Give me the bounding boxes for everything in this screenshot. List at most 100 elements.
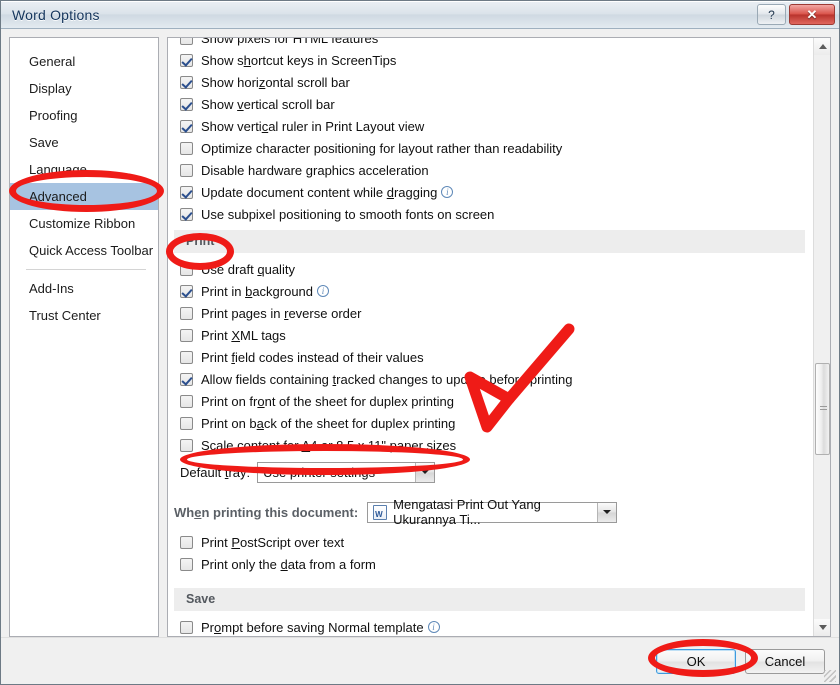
dialog-body: General Display Proofing Save Language Advanc… bbox=[1, 29, 839, 637]
checkbox-unchecked-icon[interactable] bbox=[180, 306, 193, 320]
info-icon[interactable]: i bbox=[317, 285, 330, 297]
options-scrollbar[interactable] bbox=[813, 38, 830, 636]
option-label: Use draft quality bbox=[201, 261, 295, 277]
option-row[interactable]: Prompt before saving Normal template i bbox=[174, 616, 813, 636]
option-row[interactable]: Use subpixel positioning to smooth fonts… bbox=[174, 203, 813, 225]
save-section-header: Save bbox=[174, 588, 805, 611]
scrollbar-grip-icon bbox=[820, 406, 827, 412]
when-printing-document-select[interactable]: Mengatasi Print Out Yang Ukurannya Ti... bbox=[367, 497, 618, 527]
partial-option-row[interactable]: Show pixels for HTML features bbox=[174, 38, 813, 49]
option-row[interactable]: Show vertical scroll bar bbox=[174, 93, 813, 115]
checkbox-unchecked-icon[interactable] bbox=[180, 350, 193, 364]
option-row[interactable]: Show horizontal scroll bar bbox=[174, 71, 813, 93]
option-row[interactable]: Show vertical ruler in Print Layout view bbox=[174, 115, 813, 137]
sidebar-item-proofing[interactable]: Proofing bbox=[10, 102, 158, 129]
option-label: Show vertical scroll bar bbox=[201, 96, 335, 112]
option-row[interactable]: Scale content for A4 or 8.5 x 11" paper … bbox=[174, 434, 813, 456]
option-row[interactable]: Print on front of the sheet for duplex p… bbox=[174, 390, 813, 412]
close-icon[interactable]: ✕ bbox=[789, 4, 835, 25]
option-row[interactable]: Print only the data from a form bbox=[174, 553, 813, 575]
default-tray-label: Default tray: bbox=[180, 464, 251, 480]
option-row[interactable]: Print in background i bbox=[174, 280, 813, 302]
option-row[interactable]: Print XML tags bbox=[174, 324, 813, 346]
word-options-dialog: Word Options ? ✕ General Display Proofing S… bbox=[0, 0, 840, 685]
option-row[interactable]: Print on back of the sheet for duplex pr… bbox=[174, 412, 813, 434]
option-row[interactable]: Allow fields containing tracked changes … bbox=[174, 368, 813, 390]
info-icon[interactable]: i bbox=[427, 621, 440, 633]
dialog-titlebar: Word Options ? ✕ bbox=[1, 1, 839, 29]
checkbox-unchecked-icon[interactable] bbox=[180, 141, 193, 155]
sidebar-item-language[interactable]: Language bbox=[10, 156, 158, 183]
chevron-down-icon[interactable] bbox=[415, 462, 435, 482]
option-row[interactable]: Print field codes instead of their value… bbox=[174, 346, 813, 368]
checkbox-unchecked-icon[interactable] bbox=[180, 438, 193, 452]
scroll-down-icon[interactable] bbox=[814, 619, 830, 636]
dialog-title: Word Options bbox=[12, 7, 100, 23]
option-label: Print PostScript over text bbox=[201, 534, 345, 550]
checkbox-checked-icon[interactable] bbox=[180, 53, 193, 67]
checkbox-unchecked-icon[interactable] bbox=[180, 163, 193, 177]
chevron-down-icon[interactable] bbox=[597, 502, 617, 522]
resize-grip-icon[interactable] bbox=[824, 670, 836, 682]
sidebar-item-display[interactable]: Display bbox=[10, 75, 158, 102]
help-icon[interactable]: ? bbox=[757, 4, 786, 25]
option-label: Print only the data from a form bbox=[201, 556, 376, 572]
option-row[interactable]: Show shortcut keys in ScreenTips bbox=[174, 49, 813, 71]
sidebar-item-add-ins[interactable]: Add-Ins bbox=[10, 275, 158, 302]
option-row-partial[interactable]: Show pixels for HTML features bbox=[174, 38, 378, 49]
checkbox-unchecked-icon[interactable] bbox=[180, 535, 193, 549]
checkbox-checked-icon[interactable] bbox=[180, 97, 193, 111]
sidebar-item-customize-ribbon[interactable]: Customize Ribbon bbox=[10, 210, 158, 237]
option-label: Print pages in reverse order bbox=[201, 305, 362, 321]
option-label: Print on back of the sheet for duplex pr… bbox=[201, 415, 456, 431]
sidebar-item-trust-center[interactable]: Trust Center bbox=[10, 302, 158, 329]
sidebar-divider bbox=[26, 269, 146, 270]
checkbox-checked-icon[interactable] bbox=[180, 372, 193, 386]
option-row[interactable]: Print pages in reverse order bbox=[174, 302, 813, 324]
option-label: Allow fields containing tracked changes … bbox=[201, 371, 573, 387]
default-tray-select[interactable]: Use printer settings bbox=[257, 461, 436, 483]
default-tray-row: Default tray: Use printer settings bbox=[174, 459, 813, 485]
scrollbar-thumb[interactable] bbox=[815, 363, 830, 455]
checkbox-unchecked-icon[interactable] bbox=[180, 620, 193, 634]
scroll-up-icon[interactable] bbox=[814, 38, 830, 55]
checkbox-unchecked-icon[interactable] bbox=[180, 416, 193, 430]
option-row[interactable]: Update document content while dragging i bbox=[174, 181, 813, 203]
info-icon[interactable]: i bbox=[441, 186, 454, 198]
default-tray-value: Use printer settings bbox=[263, 464, 376, 480]
checkbox-checked-icon[interactable] bbox=[180, 185, 193, 199]
checkbox-checked-icon[interactable] bbox=[180, 75, 193, 89]
dialog-footer: OK Cancel bbox=[1, 637, 839, 684]
option-label: Show vertical ruler in Print Layout view bbox=[201, 118, 425, 134]
checkbox-unchecked-icon[interactable] bbox=[180, 557, 193, 571]
window-button-group: ? ✕ bbox=[754, 4, 835, 25]
checkbox-checked-icon[interactable] bbox=[180, 284, 193, 298]
option-label: Print XML tags bbox=[201, 327, 286, 343]
option-row[interactable]: Optimize character positioning for layou… bbox=[174, 137, 813, 159]
cancel-button[interactable]: Cancel bbox=[745, 648, 825, 674]
option-label: Scale content for A4 or 8.5 x 11" paper … bbox=[201, 437, 457, 453]
ok-button[interactable]: OK bbox=[656, 648, 736, 674]
checkbox-checked-icon[interactable] bbox=[180, 207, 193, 221]
sidebar-item-quick-access-toolbar[interactable]: Quick Access Toolbar bbox=[10, 237, 158, 264]
checkbox-unchecked-icon[interactable] bbox=[180, 328, 193, 342]
sidebar-item-general[interactable]: General bbox=[10, 48, 158, 75]
option-label: Show horizontal scroll bar bbox=[201, 74, 350, 90]
sidebar-item-advanced[interactable]: Advanced bbox=[10, 183, 158, 210]
checkbox-checked-icon[interactable] bbox=[180, 119, 193, 133]
option-row[interactable]: Disable hardware graphics acceleration bbox=[174, 159, 813, 181]
sidebar-item-save[interactable]: Save bbox=[10, 129, 158, 156]
option-label: Show pixels for HTML features bbox=[201, 38, 379, 46]
option-label: Print field codes instead of their value… bbox=[201, 349, 424, 365]
checkbox-unchecked-icon[interactable] bbox=[180, 262, 193, 276]
option-label: Disable hardware graphics acceleration bbox=[201, 162, 429, 178]
option-row[interactable]: Use draft quality bbox=[174, 258, 813, 280]
option-label: Print on front of the sheet for duplex p… bbox=[201, 393, 454, 409]
option-label: Update document content while dragging bbox=[201, 184, 438, 200]
print-section-header: Print bbox=[174, 230, 805, 253]
when-printing-label: When printing this document: bbox=[174, 504, 359, 520]
checkbox-unchecked-icon[interactable] bbox=[180, 38, 193, 45]
options-pane: Show pixels for HTML features Show shortc… bbox=[167, 37, 831, 637]
option-row[interactable]: Print PostScript over text bbox=[174, 531, 813, 553]
checkbox-unchecked-icon[interactable] bbox=[180, 394, 193, 408]
